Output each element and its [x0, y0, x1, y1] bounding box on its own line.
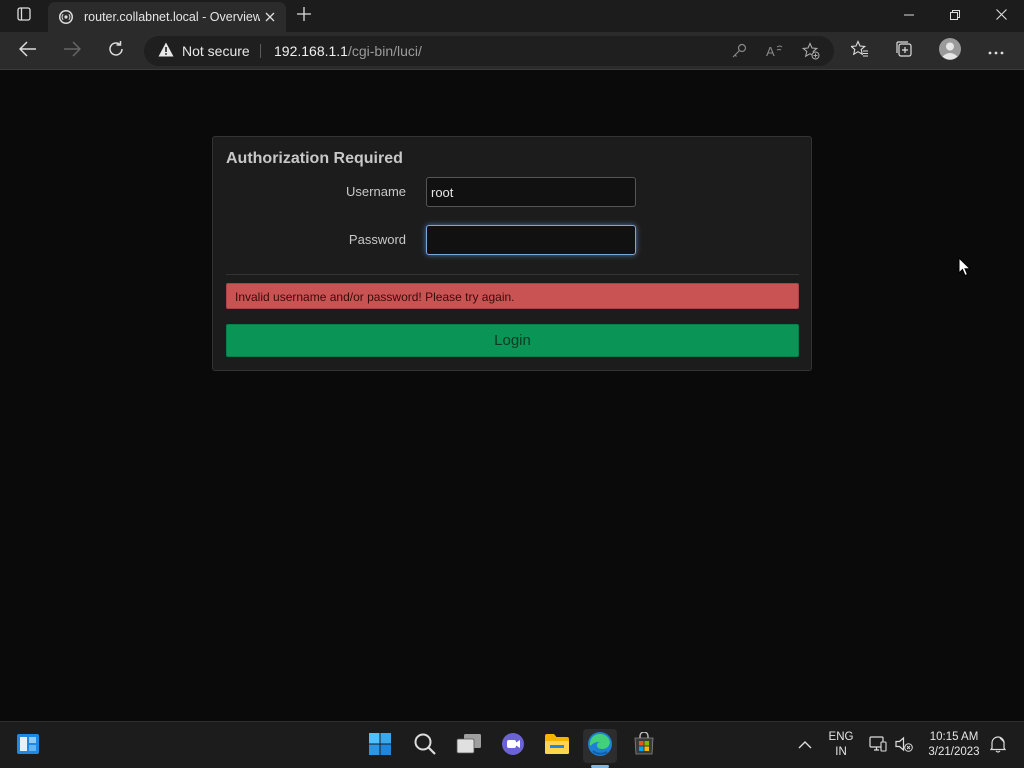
- minimize-icon: [904, 7, 914, 25]
- password-label: Password: [348, 232, 406, 247]
- volume-muted-icon: [895, 736, 913, 757]
- file-explorer-button[interactable]: [540, 729, 574, 763]
- arrow-right-icon: [63, 40, 82, 62]
- web-page-content: Authorization Required Username Password…: [0, 71, 1024, 721]
- task-view-icon: [456, 733, 482, 760]
- refresh-button[interactable]: [102, 37, 130, 65]
- close-window-button[interactable]: [978, 0, 1024, 32]
- microsoft-store-button[interactable]: [627, 729, 661, 763]
- folder-icon: [544, 733, 570, 760]
- login-form: Authorization Required Username Password…: [212, 136, 812, 371]
- browser-toolbar: Not secure 192.168.1.1/cgi-bin/luci/ A: [0, 32, 1024, 70]
- url-text[interactable]: 192.168.1.1/cgi-bin/luci/: [274, 36, 422, 66]
- widgets-icon: [16, 733, 40, 760]
- language-region: IN: [835, 746, 847, 758]
- forward-button[interactable]: [58, 37, 86, 65]
- show-hidden-icons-button[interactable]: [790, 729, 820, 763]
- search-button[interactable]: [408, 729, 442, 763]
- refresh-icon: [107, 40, 125, 63]
- browser-tab-strip: router.collabnet.local - Overview: [0, 0, 1024, 32]
- svg-text:A: A: [766, 44, 775, 59]
- password-key-icon[interactable]: [728, 40, 750, 62]
- windows-logo-icon: [368, 732, 392, 761]
- network-icon: [869, 735, 887, 757]
- new-tab-button[interactable]: [294, 6, 314, 26]
- url-host: 192.168.1.1: [274, 43, 348, 59]
- add-favorite-icon[interactable]: [800, 40, 822, 62]
- chat-button[interactable]: [496, 729, 530, 763]
- edge-browser-button[interactable]: [583, 729, 617, 763]
- password-field[interactable]: [426, 225, 636, 255]
- windows-taskbar: ENG IN 10:15 AM 3/21/2023: [0, 721, 1024, 768]
- security-indicator[interactable]: Not secure: [158, 36, 250, 66]
- url-path: /cgi-bin/luci/: [347, 43, 422, 59]
- address-separator: [260, 44, 261, 58]
- profile-button[interactable]: [936, 37, 964, 65]
- collections-button[interactable]: [890, 37, 918, 65]
- store-icon: [632, 730, 656, 761]
- volume-button[interactable]: [890, 729, 918, 763]
- address-bar[interactable]: Not secure 192.168.1.1/cgi-bin/luci/ A: [144, 36, 834, 66]
- teams-chat-icon: [501, 732, 525, 761]
- username-field[interactable]: [426, 177, 636, 207]
- error-alert: Invalid username and/or password! Please…: [226, 283, 799, 309]
- avatar: [938, 37, 962, 66]
- clock-date: 3/21/2023: [928, 746, 980, 758]
- notifications-button[interactable]: [984, 729, 1012, 763]
- task-view-button[interactable]: [452, 729, 486, 763]
- close-icon: [995, 7, 1007, 25]
- arrow-left-icon: [18, 40, 37, 62]
- collections-icon: [895, 40, 913, 63]
- start-button[interactable]: [363, 729, 397, 763]
- mouse-cursor-icon: [958, 256, 972, 282]
- read-aloud-icon[interactable]: A: [764, 40, 786, 62]
- tab-close-icon[interactable]: [262, 9, 278, 25]
- language-indicator[interactable]: ENG IN: [826, 730, 856, 760]
- browser-tab-active[interactable]: router.collabnet.local - Overview: [48, 2, 286, 32]
- warning-icon: [158, 42, 182, 60]
- form-divider: [226, 274, 799, 275]
- language-code: ENG: [828, 731, 854, 743]
- clock[interactable]: 10:15 AM 3/21/2023: [922, 730, 986, 760]
- back-button[interactable]: [14, 37, 42, 65]
- search-icon: [413, 732, 437, 761]
- restore-icon: [950, 7, 960, 25]
- tab-title: router.collabnet.local - Overview: [84, 10, 260, 24]
- settings-more-button[interactable]: [982, 37, 1010, 65]
- security-label: Not secure: [182, 43, 250, 59]
- widgets-button[interactable]: [11, 729, 45, 763]
- clock-time: 10:15 AM: [929, 731, 979, 743]
- tab-actions-button[interactable]: [10, 6, 38, 26]
- favorites-star-icon: [849, 39, 869, 63]
- plus-icon: [297, 6, 311, 26]
- tab-actions-icon: [17, 6, 31, 26]
- minimize-button[interactable]: [886, 0, 932, 32]
- router-favicon-icon: [58, 9, 74, 25]
- more-dots-icon: [988, 42, 1004, 60]
- network-status-button[interactable]: [864, 729, 892, 763]
- favorites-button[interactable]: [846, 37, 874, 65]
- restore-button[interactable]: [932, 0, 978, 32]
- page-title: Authorization Required: [226, 150, 403, 167]
- edge-icon: [587, 731, 613, 762]
- chevron-up-icon: [798, 737, 812, 755]
- username-label: Username: [346, 184, 406, 199]
- login-button[interactable]: Login: [226, 324, 799, 357]
- notification-bell-icon: [989, 735, 1007, 758]
